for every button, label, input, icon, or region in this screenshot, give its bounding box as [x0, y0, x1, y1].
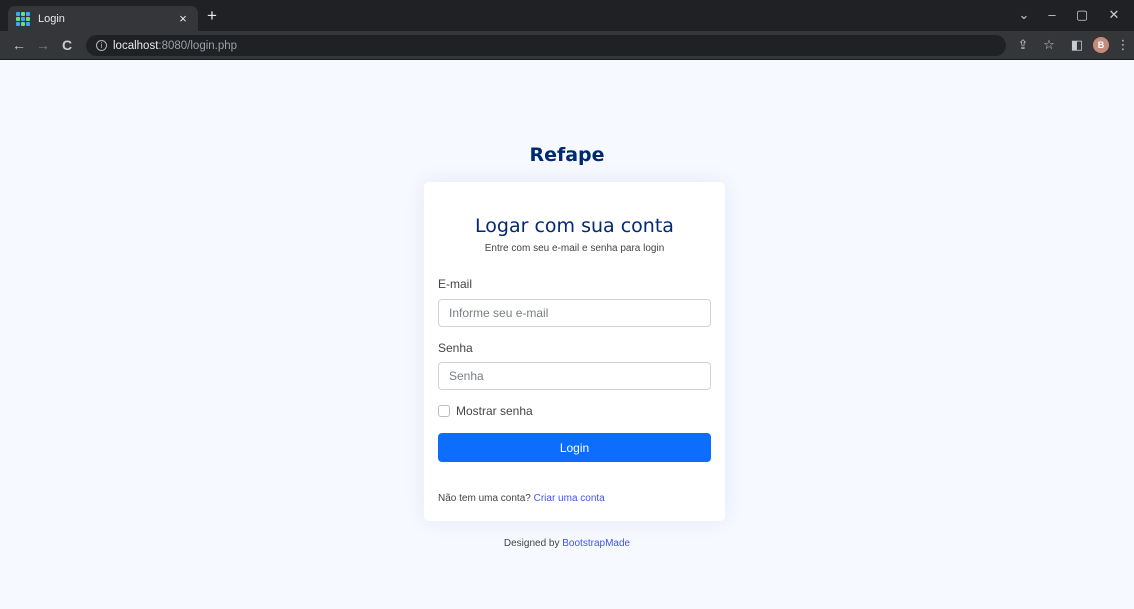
window-close-icon[interactable]: ✕	[1104, 7, 1124, 23]
profile-avatar[interactable]: B	[1093, 37, 1109, 53]
forward-icon[interactable]: →	[34, 37, 52, 53]
password-input[interactable]	[438, 362, 711, 390]
address-bar[interactable]: i localhost:8080/login.php	[86, 35, 1006, 56]
bookmark-star-icon[interactable]: ☆	[1040, 37, 1058, 53]
browser-tab-strip: Login × + ⌄ – ▢ ✕	[0, 0, 1134, 31]
credits-prefix: Designed by	[503, 538, 560, 549]
tab-search-icon[interactable]: ⌄	[1014, 7, 1034, 23]
side-panel-icon[interactable]: ◧	[1068, 37, 1086, 53]
browser-tab[interactable]: Login ×	[8, 6, 198, 31]
browser-toolbar: ← → C i localhost:8080/login.php ⇪ ☆ ◧ B…	[0, 31, 1134, 60]
browser-menu-icon[interactable]: ⋮	[1114, 37, 1132, 53]
site-info-icon[interactable]: i	[96, 40, 107, 51]
minimize-icon[interactable]: –	[1042, 7, 1062, 23]
tab-close-icon[interactable]: ×	[176, 11, 190, 26]
reload-icon[interactable]: C	[58, 37, 76, 53]
show-password-label[interactable]: Mostrar senha	[456, 404, 533, 418]
show-password-row: Mostrar senha	[438, 404, 533, 418]
url-host: localhost	[113, 39, 159, 52]
share-icon[interactable]: ⇪	[1014, 37, 1032, 53]
password-label: Senha	[438, 341, 473, 355]
maximize-icon[interactable]: ▢	[1072, 7, 1092, 23]
login-button[interactable]: Login	[438, 433, 711, 462]
signup-link[interactable]: Criar uma conta	[534, 493, 605, 504]
login-card: Logar com sua conta Entre com seu e-mail…	[424, 182, 725, 521]
credits-link[interactable]: BootstrapMade	[562, 538, 630, 549]
card-subtitle: Entre com seu e-mail e senha para login	[484, 243, 665, 254]
credits: Designed by BootstrapMade	[0, 538, 1134, 549]
brand-logo-text[interactable]: Refape	[0, 144, 1134, 166]
new-tab-icon[interactable]: +	[203, 7, 221, 25]
card-title: Logar com sua conta	[475, 215, 674, 237]
tab-title: Login	[38, 12, 65, 25]
email-label: E-mail	[438, 277, 473, 291]
email-input[interactable]	[438, 299, 711, 327]
show-password-checkbox[interactable]	[438, 405, 450, 417]
site-favicon-icon	[16, 11, 30, 26]
back-icon[interactable]: ←	[10, 37, 28, 53]
signup-prompt: Não tem uma conta? Criar uma conta	[438, 493, 605, 504]
url-path: :8080/login.php	[158, 39, 238, 52]
signup-prompt-text: Não tem uma conta?	[438, 493, 531, 504]
